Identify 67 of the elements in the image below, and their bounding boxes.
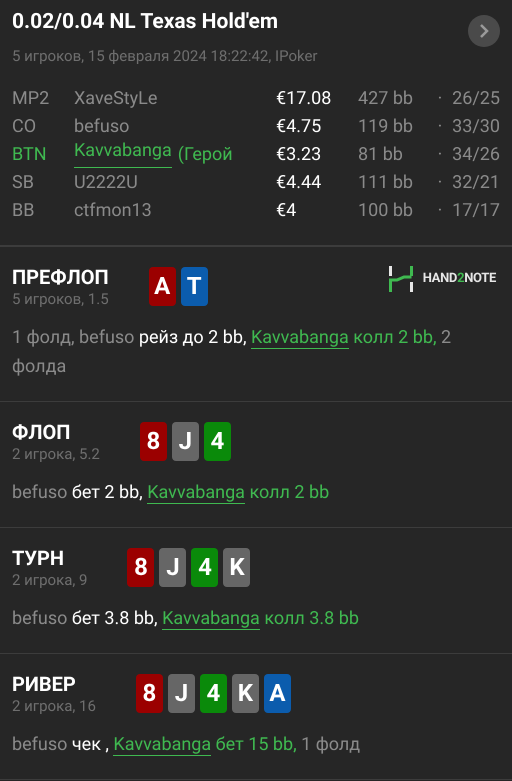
player-name: U2222U	[74, 171, 138, 195]
player-stack-bb: 119 bb	[358, 115, 414, 139]
player-link[interactable]: Kavvabanga	[113, 734, 212, 756]
player-link[interactable]: Kavvabanga	[250, 326, 349, 348]
player-stats: 32/21	[452, 171, 500, 195]
player-stack-bb: 100 bb	[358, 199, 414, 223]
hand-subtitle: 5 игроков, 15 февраля 2024 18:22:42, IPoker	[12, 46, 319, 67]
playing-card: J	[168, 674, 195, 712]
player-stack-bb: 427 bb	[358, 87, 414, 111]
logo-icon	[386, 264, 415, 292]
street-pot: 2 игрока, 5.2	[12, 444, 100, 464]
player-stack: €4.44	[276, 171, 322, 195]
playing-card: 4	[191, 548, 218, 586]
playing-card: 8	[127, 548, 154, 586]
player-stats: 33/30	[452, 115, 500, 139]
separator-dot: ·	[436, 199, 444, 223]
player-stack-bb: 111 bb	[358, 171, 414, 195]
street-pot: 5 игроков, 1.5	[12, 288, 109, 308]
player-stack: €4	[276, 199, 298, 223]
player-position: SB	[12, 171, 35, 195]
playing-card: A	[148, 266, 176, 306]
player-stack-bb: 81 bb	[358, 143, 404, 167]
street-actions: befuso бет 2 bb, Kavvabanga колл 2 bb	[12, 480, 330, 506]
street-title: РИВЕР	[12, 672, 77, 696]
playing-card: J	[159, 548, 186, 586]
playing-card: A	[264, 674, 291, 712]
street-actions: 1 фолд, befuso рейз до 2 bb, Kavvabanga колл 2 bb, 2 фолда	[12, 326, 452, 378]
player-position: BB	[12, 199, 36, 223]
player-stats: 17/17	[452, 199, 500, 223]
playing-card: T	[180, 266, 208, 306]
player-name: ctfmon13	[74, 199, 152, 223]
player-stats: 34/26	[452, 143, 500, 167]
street-pot: 2 игрока, 9	[12, 570, 88, 590]
street-actions: befuso бет 3.8 bb, Kavvabanga колл 3.8 bb	[12, 606, 360, 632]
playing-card: K	[232, 674, 259, 712]
player-stack: €17.08	[276, 87, 332, 111]
player-position: CO	[12, 115, 38, 139]
street-title: ФЛОП	[12, 420, 72, 444]
street-pot: 2 игрока, 16	[12, 696, 96, 716]
hand-title: 0.02/0.04 NL Texas Hold'em	[12, 9, 278, 36]
separator-dot: ·	[436, 171, 444, 195]
player-stack: €3.23	[276, 143, 322, 167]
separator-dot: ·	[436, 143, 444, 167]
next-button[interactable]	[468, 15, 500, 47]
player-link[interactable]: Kavvabanga	[74, 141, 172, 168]
playing-card: 8	[136, 674, 163, 712]
player-stats: 26/25	[452, 87, 500, 111]
player-name: befuso	[74, 115, 130, 139]
player-link[interactable]: Kavvabanga	[147, 482, 245, 504]
playing-card: 4	[204, 422, 231, 460]
separator-dot: ·	[436, 115, 444, 139]
logo-text: HAND2NOTE	[422, 270, 496, 288]
street-title: ТУРН	[12, 546, 66, 570]
player-name: XaveStyLe	[74, 87, 158, 111]
playing-card: 4	[200, 674, 227, 712]
player-position: BTN	[12, 143, 48, 167]
player-stack: €4.75	[276, 115, 322, 139]
playing-card: 8	[140, 422, 167, 460]
playing-card: J	[172, 422, 199, 460]
player-position: MP2	[12, 87, 50, 111]
separator-dot: ·	[436, 87, 444, 111]
playing-card: K	[223, 548, 250, 586]
chevron-right-icon	[478, 24, 490, 38]
hero-label: (Герой	[178, 143, 233, 167]
street-title: ПРЕФЛОП	[12, 264, 109, 288]
street-actions: befuso чек , Kavvabanga бет 15 bb, 1 фолд	[12, 732, 362, 758]
player-link[interactable]: Kavvabanga	[162, 608, 260, 630]
